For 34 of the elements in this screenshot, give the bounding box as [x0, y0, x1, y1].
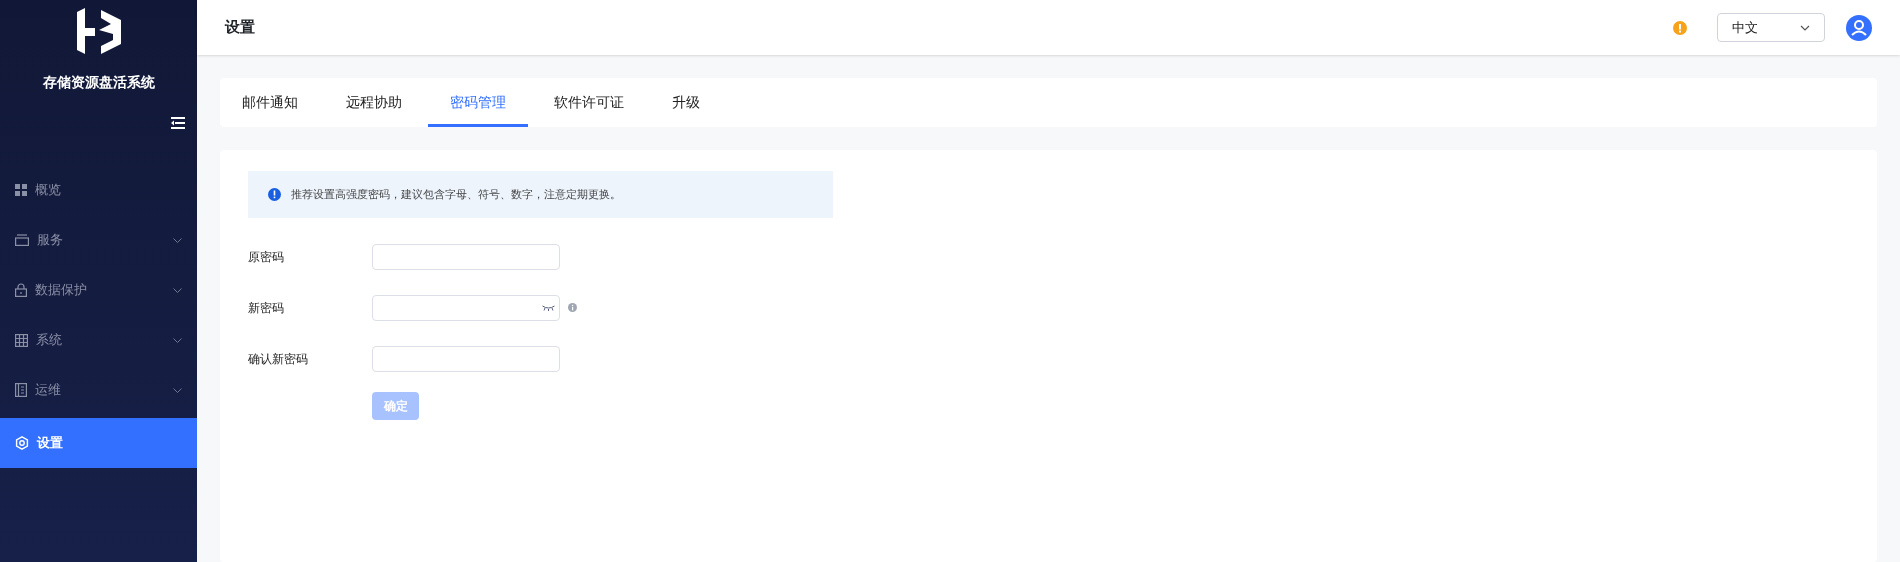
field-label: 确认新密码	[248, 351, 309, 368]
tab[interactable]: 密码管理	[428, 78, 528, 127]
password-field[interactable]	[372, 295, 560, 321]
tray-icon	[15, 234, 29, 246]
sidebar-item[interactable]: 设置	[0, 418, 197, 468]
lock-icon	[15, 283, 27, 297]
tab[interactable]: 邮件通知	[220, 78, 320, 127]
sidebar-item[interactable]: 系统	[0, 315, 197, 365]
tab[interactable]: 软件许可证	[532, 78, 646, 127]
password-field[interactable]	[372, 346, 560, 372]
page-title: 设置	[225, 17, 255, 38]
settings-icon	[15, 436, 29, 450]
info-icon	[268, 188, 281, 201]
sidebar-item[interactable]: 概览	[0, 165, 197, 215]
sidebar-item[interactable]: 运维	[0, 365, 197, 415]
alert-text: 推荐设置高强度密码，建议包含字母、符号、数字，注意定期更换。	[291, 187, 621, 203]
password-field[interactable]	[372, 244, 560, 270]
sidebar-item[interactable]: 数据保护	[0, 265, 197, 315]
field-label: 新密码	[248, 300, 285, 317]
grid-panel-icon	[15, 333, 28, 347]
grid-icon	[15, 184, 27, 196]
sidebar-item[interactable]: 服务	[0, 215, 197, 265]
document-icon	[15, 383, 27, 397]
app-title: 存储资源盘活系统	[42, 73, 155, 92]
warning-icon[interactable]	[1673, 20, 1687, 35]
user-avatar-icon[interactable]	[1846, 14, 1872, 41]
menu-collapse-icon[interactable]	[171, 117, 185, 129]
info-icon[interactable]	[568, 302, 577, 312]
tab[interactable]: 升级	[650, 78, 722, 127]
chevron-down-icon	[1800, 24, 1810, 31]
closed-eye-icon[interactable]	[542, 305, 555, 311]
field-label: 原密码	[248, 249, 285, 266]
tab[interactable]: 远程协助	[324, 78, 424, 127]
language-select[interactable]: 中文	[1717, 13, 1825, 42]
